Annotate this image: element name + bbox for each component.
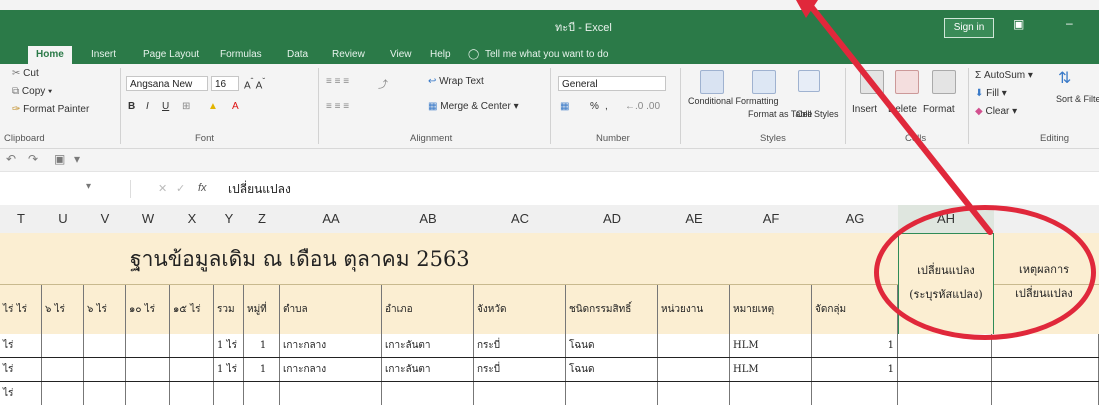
annotation-circle bbox=[874, 205, 1096, 340]
annotation-arrow-line bbox=[803, 0, 993, 235]
annotation-overlay bbox=[796, 0, 993, 235]
